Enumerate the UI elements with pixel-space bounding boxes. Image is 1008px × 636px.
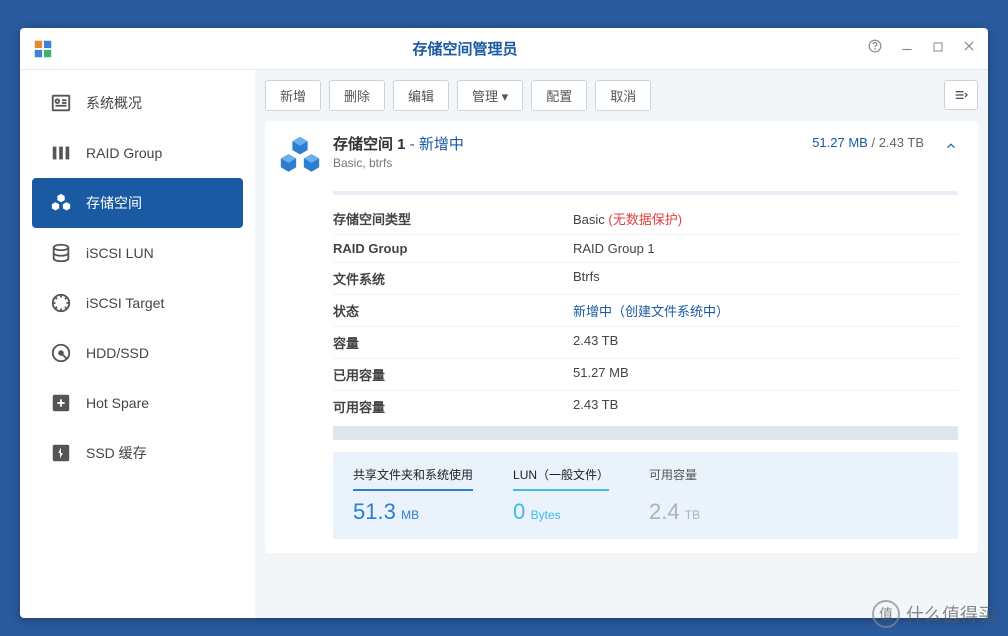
volume-cube-icon: [277, 133, 323, 179]
ssd-cache-icon: [50, 442, 72, 464]
app-window: 存储空间管理员 系统概况 RAID Group 存储空间 iSCS: [20, 28, 988, 618]
sidebar-item-label: HDD/SSD: [86, 345, 149, 361]
sidebar-item-iscsi-lun[interactable]: iSCSI LUN: [32, 228, 243, 278]
app-icon: [32, 38, 54, 60]
sidebar-item-label: 存储空间: [86, 193, 142, 213]
sidebar-item-hdd-ssd[interactable]: HDD/SSD: [32, 328, 243, 378]
watermark: 值 什么值得买: [872, 600, 996, 628]
toolbar: 新增 删除 编辑 管理 ▾ 配置 取消: [265, 80, 978, 111]
maximize-icon[interactable]: [932, 40, 944, 58]
sidebar-item-overview[interactable]: 系统概况: [32, 78, 243, 128]
volume-used: 51.27 MB: [812, 135, 868, 150]
edit-button[interactable]: 编辑: [393, 80, 449, 111]
detail-row-raid: RAID Group RAID Group 1: [333, 235, 958, 263]
detail-row-avail: 可用容量 2.43 TB: [333, 391, 958, 422]
detail-row-used: 已用容量 51.27 MB: [333, 359, 958, 391]
help-icon[interactable]: [868, 39, 882, 58]
detail-row-capacity: 容量 2.43 TB: [333, 327, 958, 359]
volume-status-tag: - 新增中: [406, 136, 464, 153]
stat-label: 可用容量: [649, 466, 697, 491]
list-toggle-button[interactable]: [944, 80, 978, 110]
volume-subtitle: Basic, btrfs: [333, 156, 812, 170]
stat-lun: LUN（一般文件） 0 Bytes: [513, 452, 609, 539]
sidebar-item-ssd-cache[interactable]: SSD 缓存: [32, 428, 243, 478]
detail-label: 状态: [333, 301, 573, 320]
detail-value: 2.43 TB: [573, 397, 958, 416]
capacity-bar: [333, 426, 958, 440]
sidebar-item-hot-spare[interactable]: Hot Spare: [32, 378, 243, 428]
sidebar-item-label: iSCSI Target: [86, 295, 164, 311]
window-title: 存储空间管理员: [62, 38, 868, 59]
detail-label: 已用容量: [333, 365, 573, 384]
hdd-icon: [50, 342, 72, 364]
watermark-text: 什么值得买: [906, 601, 996, 627]
detail-row-fs: 文件系统 Btrfs: [333, 263, 958, 295]
detail-label: 容量: [333, 333, 573, 352]
detail-label: 可用容量: [333, 397, 573, 416]
window-controls: [868, 39, 976, 58]
minimize-icon[interactable]: [900, 39, 914, 58]
stat-available: 可用容量 2.4 TB: [649, 452, 700, 539]
detail-label: 文件系统: [333, 269, 573, 288]
sidebar-item-raid-group[interactable]: RAID Group: [32, 128, 243, 178]
add-button[interactable]: 新增: [265, 80, 321, 111]
iscsi-target-icon: [50, 292, 72, 314]
hot-spare-icon: [50, 392, 72, 414]
detail-value: 51.27 MB: [573, 365, 958, 384]
manage-button[interactable]: 管理 ▾: [457, 80, 523, 111]
detail-label: 存储空间类型: [333, 209, 573, 228]
stat-shared: 共享文件夹和系统使用 51.3 MB: [353, 452, 473, 539]
detail-row-type: 存储空间类型 Basic (无数据保护): [333, 203, 958, 235]
volume-name: 存储空间 1: [333, 136, 406, 153]
window-body: 系统概况 RAID Group 存储空间 iSCSI LUN iSCSI Tar…: [20, 70, 988, 618]
sidebar-item-label: Hot Spare: [86, 395, 149, 411]
delete-button[interactable]: 删除: [329, 80, 385, 111]
volume-details: 存储空间类型 Basic (无数据保护) RAID Group RAID Gro…: [265, 195, 978, 422]
sidebar-item-volume[interactable]: 存储空间: [32, 178, 243, 228]
stat-value: 51.3 MB: [353, 499, 473, 525]
detail-value: RAID Group 1: [573, 241, 958, 256]
sidebar-item-iscsi-target[interactable]: iSCSI Target: [32, 278, 243, 328]
stat-label: LUN（一般文件）: [513, 466, 609, 491]
raid-group-icon: [50, 142, 72, 164]
stat-label: 共享文件夹和系统使用: [353, 466, 473, 491]
volume-head-info: 存储空间 1 - 新增中 Basic, btrfs: [333, 133, 812, 170]
sidebar: 系统概况 RAID Group 存储空间 iSCSI LUN iSCSI Tar…: [20, 70, 255, 618]
sidebar-item-label: iSCSI LUN: [86, 245, 154, 261]
overview-icon: [50, 92, 72, 114]
sidebar-item-label: SSD 缓存: [86, 443, 147, 463]
detail-value: 2.43 TB: [573, 333, 958, 352]
iscsi-lun-icon: [50, 242, 72, 264]
detail-label: RAID Group: [333, 241, 573, 256]
close-icon[interactable]: [962, 39, 976, 58]
volume-usage-summary: 51.27 MB / 2.43 TB: [812, 135, 924, 150]
sidebar-item-label: RAID Group: [86, 145, 162, 161]
volume-total: 2.43 TB: [879, 135, 924, 150]
cancel-button[interactable]: 取消: [595, 80, 651, 111]
volume-card: 存储空间 1 - 新增中 Basic, btrfs 51.27 MB / 2.4…: [265, 121, 978, 553]
toolbar-spacer: [659, 80, 936, 111]
main-panel: 新增 删除 编辑 管理 ▾ 配置 取消 存储空间 1 - 新增中: [255, 70, 988, 618]
stat-value: 0 Bytes: [513, 499, 609, 525]
volume-icon: [50, 192, 72, 214]
detail-value: 新增中（创建文件系统中）: [573, 304, 729, 319]
watermark-icon: 值: [872, 600, 900, 628]
stat-value: 2.4 TB: [649, 499, 700, 525]
volume-header: 存储空间 1 - 新增中 Basic, btrfs 51.27 MB / 2.4…: [265, 121, 978, 187]
chevron-up-icon[interactable]: [944, 139, 958, 158]
detail-value: Btrfs: [573, 269, 958, 288]
titlebar: 存储空间管理员: [20, 28, 988, 70]
volume-title: 存储空间 1 - 新增中: [333, 133, 812, 154]
config-button[interactable]: 配置: [531, 80, 587, 111]
detail-row-status: 状态 新增中（创建文件系统中）: [333, 295, 958, 327]
sidebar-item-label: 系统概况: [86, 93, 142, 113]
usage-stats: 共享文件夹和系统使用 51.3 MB LUN（一般文件） 0 Bytes 可用容…: [333, 452, 958, 539]
detail-value: Basic (无数据保护): [573, 209, 958, 228]
